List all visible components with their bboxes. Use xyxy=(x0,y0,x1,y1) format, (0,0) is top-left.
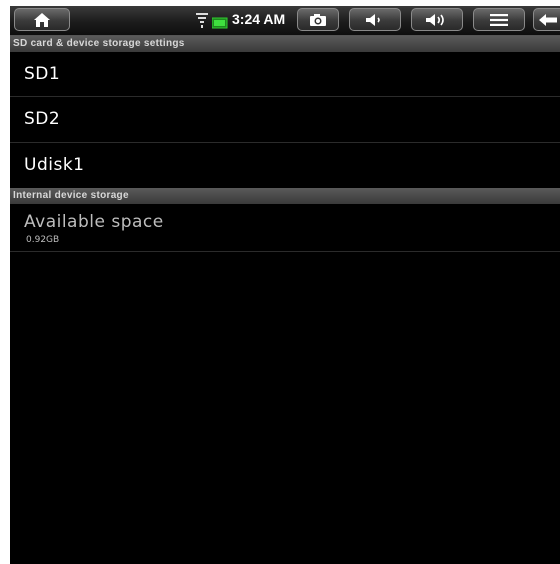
section-header-internal: Internal device storage xyxy=(10,188,560,204)
list-item-label: SD2 xyxy=(24,109,61,129)
back-icon xyxy=(538,13,557,26)
list-item-available-space: Available space 0.92GB xyxy=(10,204,560,252)
menu-button[interactable] xyxy=(473,8,525,31)
list-item-udisk1[interactable]: Udisk1 xyxy=(10,143,560,188)
list-item-sd1[interactable]: SD1 xyxy=(10,52,560,97)
wifi-icon xyxy=(196,13,208,33)
volume-down-icon xyxy=(366,13,380,26)
status-bar: 3:24 AM xyxy=(10,6,560,36)
menu-icon xyxy=(490,13,508,26)
available-space-label: Available space xyxy=(24,212,164,232)
back-button[interactable] xyxy=(533,8,560,31)
device-screen: 3:24 AM SD card & device storage setting… xyxy=(10,6,560,564)
list-item-label: SD1 xyxy=(24,64,61,84)
camera-button[interactable] xyxy=(297,8,339,31)
home-icon xyxy=(34,12,50,27)
volume-up-icon xyxy=(426,13,444,26)
list-item-label: Udisk1 xyxy=(24,155,85,175)
clock: 3:24 AM xyxy=(232,11,286,27)
available-space-value: 0.92GB xyxy=(26,235,60,245)
list-item-sd2[interactable]: SD2 xyxy=(10,97,560,143)
volume-down-button[interactable] xyxy=(349,8,401,31)
volume-up-button[interactable] xyxy=(411,8,463,31)
section-header-sd-card: SD card & device storage settings xyxy=(10,36,560,52)
battery-icon xyxy=(211,14,228,33)
home-button[interactable] xyxy=(14,8,70,31)
camera-icon xyxy=(310,13,326,26)
